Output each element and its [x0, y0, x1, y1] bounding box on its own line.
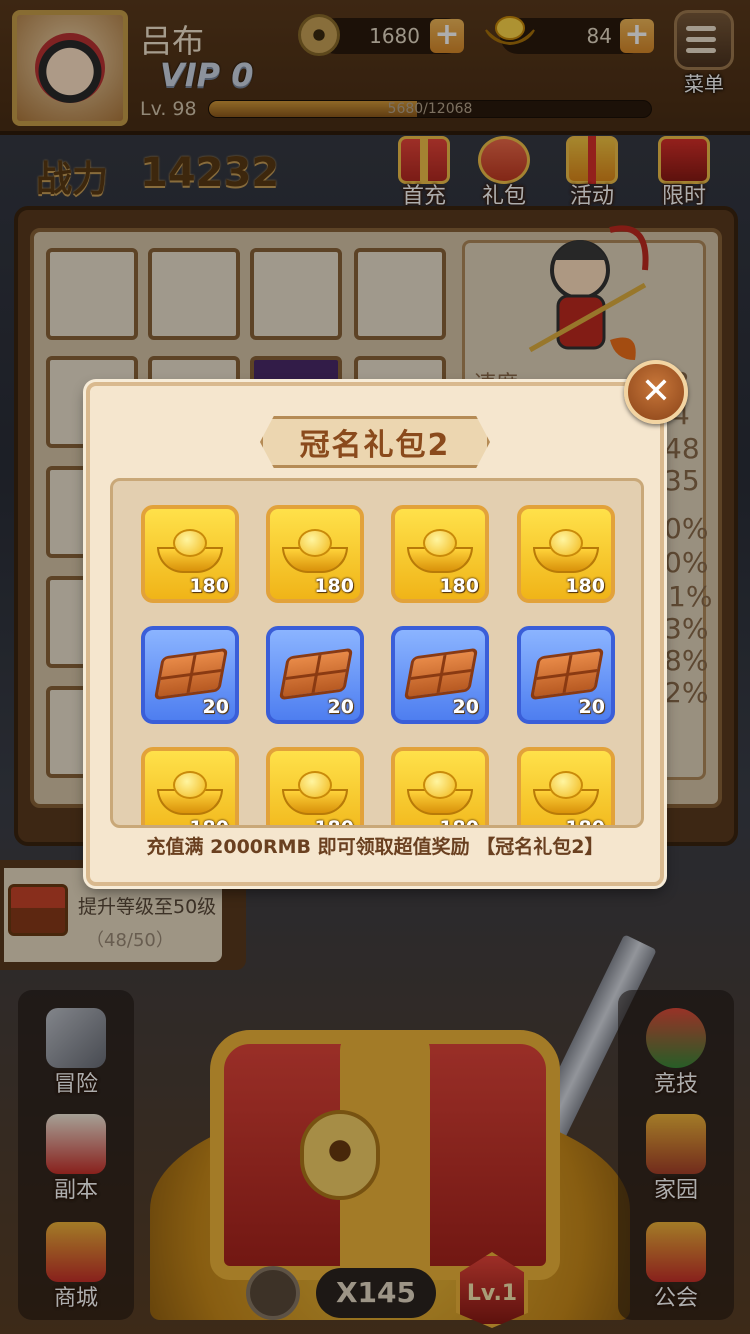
gift-pack-dialog: 冠名礼包2 180 180 180 180 20 20 20 20 180 180 180 180 充…	[86, 382, 664, 886]
reward-item[interactable]: 180	[266, 747, 364, 828]
material-brick-icon	[278, 647, 354, 701]
material-brick-icon	[153, 647, 229, 701]
gold-ingot-icon	[282, 529, 348, 575]
gold-ingot-icon	[533, 529, 599, 575]
reward-condition-text: 充值满 2000RMB 即可领取超值奖励 【冠名礼包2】	[146, 836, 604, 858]
gold-ingot-icon	[533, 771, 599, 817]
material-brick-icon	[403, 647, 479, 701]
reward-quantity: 20	[327, 696, 354, 718]
reward-quantity: 180	[439, 575, 479, 597]
reward-quantity: 180	[189, 575, 229, 597]
reward-grid[interactable]: 180 180 180 180 20 20 20 20 180 180 180 180	[110, 478, 644, 828]
gold-ingot-icon	[157, 771, 223, 817]
close-icon: ✕	[640, 371, 672, 412]
gold-ingot-icon	[407, 529, 473, 575]
reward-quantity: 180	[565, 817, 605, 828]
reward-quantity: 180	[439, 817, 479, 828]
gold-ingot-icon	[157, 529, 223, 575]
reward-item[interactable]: 20	[517, 626, 615, 724]
reward-item[interactable]: 180	[517, 747, 615, 828]
reward-quantity: 180	[314, 817, 354, 828]
reward-item[interactable]: 20	[266, 626, 364, 724]
reward-quantity: 20	[578, 696, 605, 718]
reward-item[interactable]: 20	[141, 626, 239, 724]
reward-item[interactable]: 20	[391, 626, 489, 724]
reward-quantity: 180	[565, 575, 605, 597]
close-button[interactable]: ✕	[624, 360, 688, 424]
reward-quantity: 180	[314, 575, 354, 597]
reward-quantity: 20	[452, 696, 479, 718]
reward-item[interactable]: 180	[391, 505, 489, 603]
reward-item[interactable]: 180	[266, 505, 364, 603]
reward-item[interactable]: 180	[517, 505, 615, 603]
reward-quantity: 20	[202, 696, 229, 718]
dialog-title: 冠名礼包2	[299, 428, 451, 463]
material-brick-icon	[529, 647, 605, 701]
reward-item[interactable]: 180	[141, 505, 239, 603]
reward-quantity: 180	[189, 817, 229, 828]
gold-ingot-icon	[282, 771, 348, 817]
reward-item[interactable]: 180	[391, 747, 489, 828]
gold-ingot-icon	[407, 771, 473, 817]
reward-item[interactable]: 180	[141, 747, 239, 828]
